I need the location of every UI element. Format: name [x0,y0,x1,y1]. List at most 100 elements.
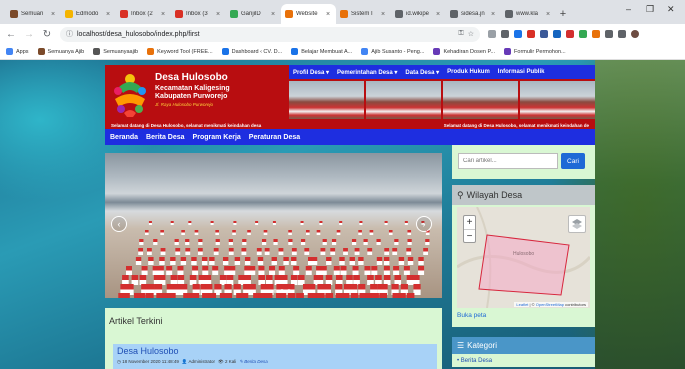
bookmark-label: Formulir Permohon... [514,48,566,55]
bookmark-item[interactable]: Belajar Membuat A... [291,48,352,55]
back-icon[interactable]: ← [6,29,16,40]
extension-icon[interactable] [540,30,548,38]
flag-decoration [363,242,368,245]
browser-tab[interactable]: Semuan × [6,4,61,24]
osm-link[interactable]: OpenStreetMap [536,302,564,307]
article-title[interactable]: Desa Hulosobo [117,346,179,356]
bookmark-item[interactable]: Kehadiran Dosen P... [433,48,495,55]
forward-icon[interactable]: → [24,29,34,40]
flag-decoration [234,257,241,261]
bookmark-item[interactable]: Keyword Tool (FREE... [147,48,213,55]
tab-close-icon[interactable]: × [546,11,552,18]
browser-tab[interactable]: Website × [281,4,336,24]
restore-icon[interactable]: ❐ [646,4,654,15]
village-map[interactable]: Hulosobo + − Leaflet | © OpenStreetMap c… [457,207,590,308]
top-menu-item[interactable]: Data Desa ▾ [405,69,439,76]
minimize-icon[interactable]: – [626,4,631,14]
flag-decoration [291,251,297,255]
extension-icon[interactable] [501,30,509,38]
tab-close-icon[interactable]: × [491,11,497,18]
flag-decoration [174,242,179,245]
tab-close-icon[interactable]: × [381,11,387,18]
map-layers-button[interactable] [568,215,586,233]
top-menu-item[interactable]: Profil Desa ▾ [293,69,329,76]
main-menu-item[interactable]: Program Kerja [193,134,241,141]
flag-decoration [255,221,259,223]
flag-decoration [326,257,332,261]
tab-close-icon[interactable]: × [436,11,442,18]
main-menu-item[interactable]: Berita Desa [146,134,185,141]
open-map-link[interactable]: Buka peta [457,312,486,319]
top-menu-item[interactable]: Informasi Publik [498,69,545,75]
extension-icon[interactable] [605,30,613,38]
article-category-link[interactable]: ✎ Berita Desa [239,359,268,365]
main-menu-item[interactable]: Peraturan Desa [249,134,300,141]
extension-icon[interactable] [566,30,574,38]
flag-decoration [215,232,219,235]
browser-tab[interactable]: sidesa.jn × [446,4,501,24]
bookmark-item[interactable]: Semuanyaajib [93,48,138,55]
key-icon[interactable]: ⚿ [458,30,463,38]
flag-decoration [425,242,430,245]
flag-decoration [153,239,158,242]
carousel-indicator[interactable] [273,289,277,293]
search-button[interactable]: Cari [561,153,585,169]
flag-decoration [194,232,199,235]
info-icon[interactable]: ⓘ [66,29,73,39]
extension-icon[interactable] [553,30,561,38]
close-window-icon[interactable]: ✕ [667,4,675,15]
puzzle-icon[interactable] [618,30,626,38]
flag-decoration [160,248,166,252]
flag-decoration [257,261,264,265]
top-menu-item[interactable]: Produk Hukum [447,69,490,75]
browser-tab[interactable]: GanjilD × [226,4,281,24]
browser-tab[interactable]: Inbox (2 × [116,4,171,24]
browser-tab[interactable]: Sistem I × [336,4,391,24]
browser-tab[interactable]: www.kla × [501,4,556,24]
category-item[interactable]: • Berita Desa [457,358,492,364]
flag-decoration [263,230,268,233]
tab-close-icon[interactable]: × [51,11,57,18]
bookmark-item[interactable]: Dashboard ‹ CV. D... [221,48,282,55]
extension-icon[interactable] [579,30,587,38]
bookmark-item[interactable]: Formulir Permohon... [504,48,566,55]
profile-avatar[interactable] [631,30,639,38]
bookmark-item[interactable]: Ajib Susanto - Peng... [361,48,424,55]
browser-tab[interactable]: id.wikipe × [391,4,446,24]
bookmark-label: Belajar Membuat A... [301,48,353,55]
tab-close-icon[interactable]: × [326,11,332,18]
top-menu-item[interactable]: Pemerintahan Desa ▾ [337,69,397,76]
extension-icon[interactable] [527,30,535,38]
bookmark-star-icon[interactable]: ☆ [468,30,474,38]
browser-tab[interactable]: Edmodo × [61,4,116,24]
article-date: ◷ 18 November 2020 11:48:49 [117,359,179,364]
bookmark-item[interactable]: Semuanya Ajib [37,48,84,55]
extension-icon[interactable] [488,30,496,38]
tab-close-icon[interactable]: × [271,11,277,18]
tab-close-icon[interactable]: × [161,11,167,18]
tab-close-icon[interactable]: × [216,11,222,18]
zoom-in-button[interactable]: + [464,216,475,229]
carousel-indicator[interactable] [280,289,284,293]
carousel-indicator[interactable] [287,289,291,293]
new-tab-button[interactable]: + [556,4,570,24]
extension-icon[interactable] [514,30,522,38]
flag-decoration [311,257,318,261]
address-bar[interactable]: ⓘ localhost/desa_hulosobo/index.php/firs… [60,26,480,42]
site-title[interactable]: Desa Hulosobo [155,72,228,83]
browser-tab[interactable]: Inbox (3 × [171,4,226,24]
carousel-next-button[interactable]: › [416,216,432,232]
reload-icon[interactable]: ↻ [42,29,52,40]
flag-decoration [406,293,415,298]
tab-close-icon[interactable]: × [106,11,112,18]
carousel-prev-button[interactable]: ‹ [111,216,127,232]
category-header: ☰ Kategori [452,337,595,354]
zoom-out-button[interactable]: − [464,229,475,242]
bookmark-item[interactable]: Apps [6,48,29,55]
attribution-suffix: contributors [563,302,586,307]
extension-icon[interactable] [592,30,600,38]
leaflet-link[interactable]: Leaflet [516,302,528,307]
main-menu-item[interactable]: Beranda [110,134,138,141]
search-input[interactable] [458,153,558,169]
category-item-label[interactable]: Berita Desa [461,358,492,364]
